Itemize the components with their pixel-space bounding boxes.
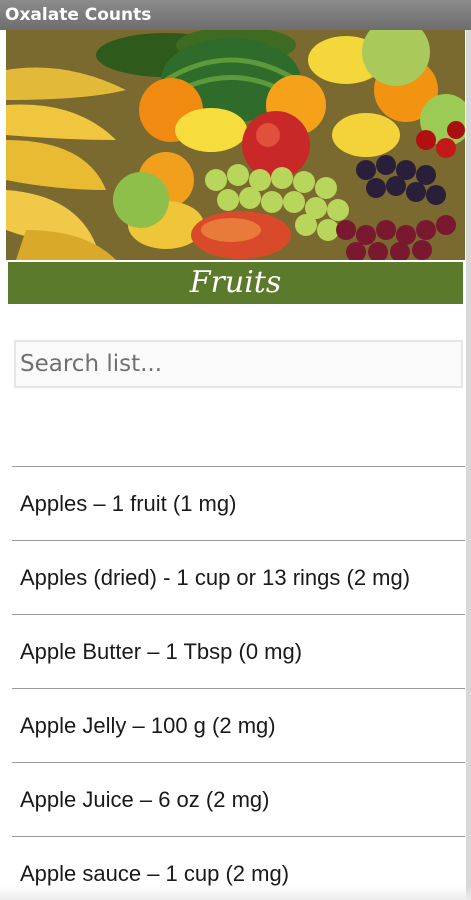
food-list: Apples – 1 fruit (1 mg) Apples (dried) -… xyxy=(12,466,465,900)
list-item[interactable]: Apples – 1 fruit (1 mg) xyxy=(12,467,465,541)
scrollbar[interactable] xyxy=(466,30,471,900)
list-item[interactable]: Apples (dried) - 1 cup or 13 rings (2 mg… xyxy=(12,541,465,615)
fruit-illustration xyxy=(6,30,465,260)
app-title-bar: Oxalate Counts xyxy=(0,0,471,30)
list-item[interactable]: Apple Butter – 1 Tbsp (0 mg) xyxy=(12,615,465,689)
section-header: Fruits xyxy=(8,262,463,304)
search-input[interactable] xyxy=(14,340,463,388)
section-title: Fruits xyxy=(189,265,282,300)
list-item[interactable]: Apple Jelly – 100 g (2 mg) xyxy=(12,689,465,763)
list-item[interactable]: Apple Juice – 6 oz (2 mg) xyxy=(12,763,465,837)
app-title: Oxalate Counts xyxy=(5,5,152,25)
bottom-fade xyxy=(0,886,471,900)
fruit-banner-image xyxy=(6,30,465,260)
